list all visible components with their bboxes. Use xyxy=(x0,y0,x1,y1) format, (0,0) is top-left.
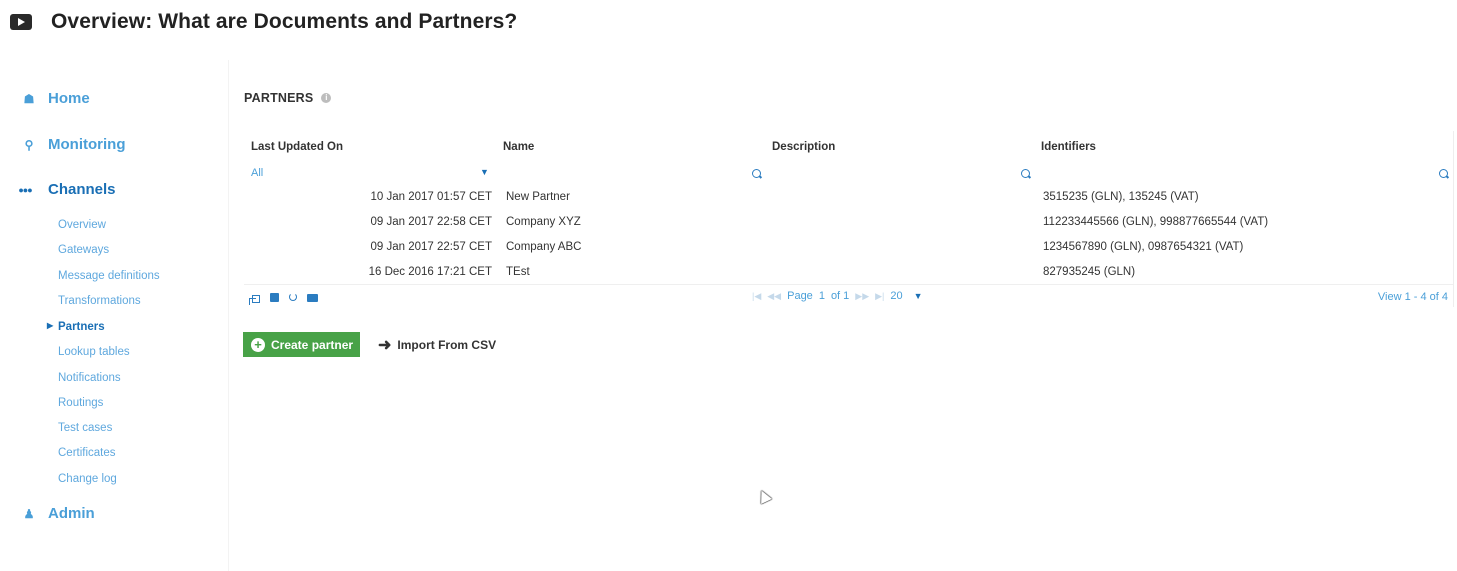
pager-page-input[interactable]: 1 xyxy=(819,290,825,302)
last-page-icon[interactable]: ▶| xyxy=(875,291,884,302)
user-icon: ♟ xyxy=(23,506,35,521)
dropdown-arrow-icon[interactable]: ▼ xyxy=(480,167,489,177)
filter-row: All ▼ xyxy=(244,167,1453,181)
import-csv-button[interactable]: ➜ Import From CSV xyxy=(378,335,496,355)
next-page-icon[interactable]: ▶▶ xyxy=(855,291,869,302)
dots-icon: ●●● xyxy=(18,184,32,195)
table-row[interactable]: 10 Jan 2017 01:57 CET New Partner 351523… xyxy=(244,190,1453,215)
pager: |◀ ◀◀ Page 1 of 1 ▶▶ ▶| 20 ▼ xyxy=(752,290,923,302)
sidebar-item-home[interactable]: ☗ Home xyxy=(22,90,90,107)
dropdown-arrow-icon[interactable]: ▼ xyxy=(914,291,923,301)
import-csv-label: Import From CSV xyxy=(397,338,497,352)
sidebar-sub-transformations[interactable]: Transformations xyxy=(58,295,141,307)
pager-page-label: Page xyxy=(787,290,813,302)
column-header-description[interactable]: Description xyxy=(772,141,835,153)
home-icon: ☗ xyxy=(23,91,35,106)
identifiers-filter-search-icon[interactable] xyxy=(1439,169,1448,178)
stop-icon[interactable] xyxy=(270,293,279,302)
cell-identifiers: 112233445566 (GLN), 998877665544 (VAT) xyxy=(1043,216,1269,228)
plus-circle-icon: + xyxy=(251,337,265,352)
create-partner-label: Create partner xyxy=(271,337,354,352)
first-page-icon[interactable]: |◀ xyxy=(752,291,761,302)
sidebar-sub-notifications[interactable]: Notifications xyxy=(58,372,121,384)
view-count: View 1 - 4 of 4 xyxy=(1377,291,1448,303)
sidebar-item-label: Monitoring xyxy=(48,136,126,153)
cell-date: 10 Jan 2017 01:57 CET xyxy=(370,191,492,203)
sidebar-item-admin[interactable]: ♟ Admin xyxy=(22,505,95,522)
date-filter-select[interactable]: All xyxy=(251,167,263,179)
sidebar-item-label: Admin xyxy=(48,505,95,522)
page-header: Overview: What are Documents and Partner… xyxy=(10,8,517,36)
cell-name: New Partner xyxy=(506,191,570,203)
cell-identifiers: 3515235 (GLN), 135245 (VAT) xyxy=(1043,191,1199,203)
mouse-cursor-icon xyxy=(756,488,772,504)
pager-of-label: of 1 xyxy=(830,290,850,302)
cell-identifiers: 1234567890 (GLN), 0987654321 (VAT) xyxy=(1043,241,1244,253)
refresh-icon[interactable] xyxy=(289,293,297,301)
section-title-text: PARTNERS xyxy=(244,91,314,105)
description-filter-search-icon[interactable] xyxy=(1021,169,1030,178)
table-row[interactable]: 09 Jan 2017 22:57 CET Company ABC 123456… xyxy=(244,240,1453,265)
create-partner-button[interactable]: + Create partner xyxy=(243,332,360,357)
sidebar-sub-routings[interactable]: Routings xyxy=(58,397,103,409)
grid-footer-toolbar xyxy=(249,293,318,305)
content-divider xyxy=(228,60,229,571)
cell-name: TEst xyxy=(506,266,530,278)
video-play-icon[interactable] xyxy=(10,14,32,30)
sidebar-sub-gateways[interactable]: Gateways xyxy=(58,244,109,256)
column-header-identifiers[interactable]: Identifiers xyxy=(1041,141,1096,153)
sidebar-sub-overview[interactable]: Overview xyxy=(58,219,106,231)
cell-name: Company ABC xyxy=(506,241,582,253)
sidebar-item-channels[interactable]: ●●● Channels xyxy=(18,181,116,198)
sidebar-sub-label: Partners xyxy=(58,321,105,333)
cell-date: 09 Jan 2017 22:58 CET xyxy=(370,216,492,228)
sidebar-item-label: Home xyxy=(48,90,90,107)
sidebar-item-monitoring[interactable]: ⚲ Monitoring xyxy=(22,136,126,153)
sidebar-sub-test-cases[interactable]: Test cases xyxy=(58,422,112,434)
name-filter-search-icon[interactable] xyxy=(752,169,761,178)
sidebar-sub-lookup-tables[interactable]: Lookup tables xyxy=(58,346,130,358)
cell-date: 09 Jan 2017 22:57 CET xyxy=(370,241,492,253)
arrow-right-icon: ➜ xyxy=(378,337,392,354)
grid-footer-divider xyxy=(244,284,1453,285)
info-icon[interactable]: i xyxy=(321,93,332,103)
prev-page-icon[interactable]: ◀◀ xyxy=(767,291,781,302)
table-row[interactable]: 09 Jan 2017 22:58 CET Company XYZ 112233… xyxy=(244,215,1453,240)
folder-icon[interactable] xyxy=(307,294,318,302)
column-header-name[interactable]: Name xyxy=(503,141,534,153)
page-size-select[interactable]: 20 xyxy=(890,290,902,302)
sidebar-item-label: Channels xyxy=(48,181,116,198)
sidebar-sub-change-log[interactable]: Change log xyxy=(58,473,117,485)
page-title: Overview: What are Documents and Partner… xyxy=(51,10,518,33)
sidebar: ☗ Home ⚲ Monitoring ●●● Channels Overvie… xyxy=(0,80,228,571)
search-icon: ⚲ xyxy=(24,137,34,152)
cell-identifiers: 827935245 (GLN) xyxy=(1043,266,1136,278)
partners-grid: Last Updated On Name Description Identif… xyxy=(244,131,1454,307)
sidebar-sub-message-definitions[interactable]: Message definitions xyxy=(58,270,160,282)
cell-name: Company XYZ xyxy=(506,216,581,228)
table-row[interactable]: 16 Dec 2016 17:21 CET TEst 827935245 (GL… xyxy=(244,265,1453,290)
sidebar-sub-certificates[interactable]: Certificates xyxy=(58,447,116,459)
copy-icon[interactable] xyxy=(249,295,260,305)
section-title: PARTNERS i xyxy=(244,91,332,105)
sidebar-sub-partners[interactable]: ▶ Partners xyxy=(47,321,105,333)
column-header-last-updated[interactable]: Last Updated On xyxy=(251,141,343,153)
cell-date: 16 Dec 2016 17:21 CET xyxy=(368,266,492,278)
caret-right-icon: ▶ xyxy=(47,321,54,330)
